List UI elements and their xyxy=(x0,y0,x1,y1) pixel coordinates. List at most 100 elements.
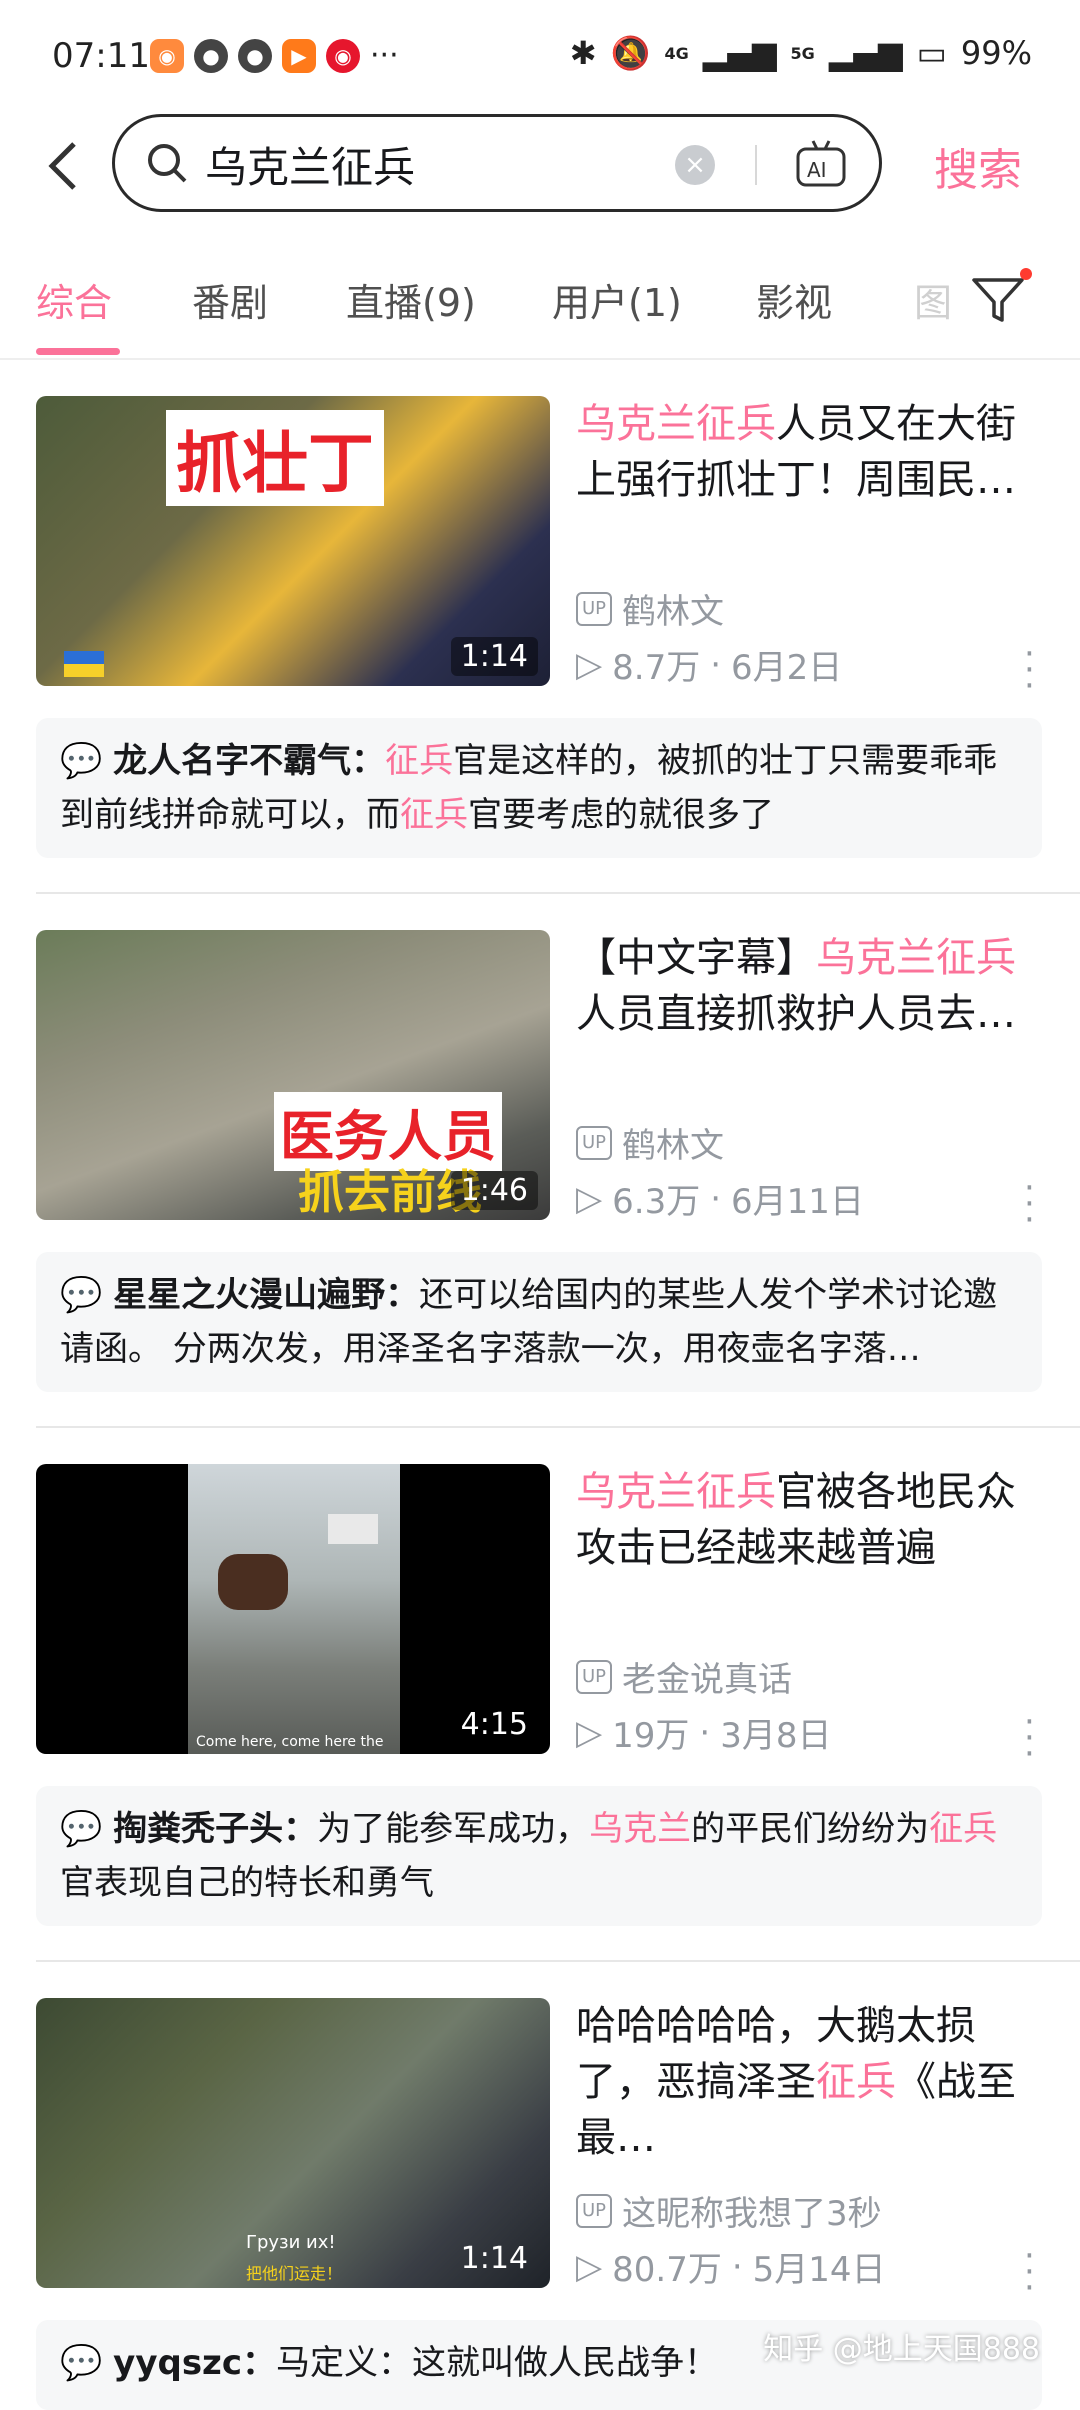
video-thumbnail[interactable]: 医务人员 抓去前线 1:46 xyxy=(36,930,550,1220)
comment-highlight: 征兵 xyxy=(400,795,468,835)
title-text: 人员直接抓救护人员去… xyxy=(576,991,1016,1037)
tab-image[interactable]: 图 xyxy=(914,272,952,327)
search-separator xyxy=(755,145,757,185)
tab-users[interactable]: 用户(1) xyxy=(552,272,682,327)
comment-user: 龙人名字不霸气： xyxy=(113,741,386,781)
horse-shape xyxy=(218,1554,288,1610)
more-options-icon[interactable]: · · · xyxy=(1024,1705,1035,1771)
up-icon: UP xyxy=(576,591,613,626)
tab-live[interactable]: 直播(9) xyxy=(346,272,476,327)
stats-row: ▷ 80.7万 · 5月14日 xyxy=(576,2242,886,2291)
video-title[interactable]: 【中文字幕】乌克兰征兵人员直接抓救护人员去… xyxy=(576,930,1046,1042)
system-icons: ✱ 🔕 4G ▂▄▆ 5G ▂▄▆ ▭ 99% xyxy=(570,34,1032,72)
comment-highlight: 征兵 xyxy=(385,741,454,781)
filter-icon[interactable] xyxy=(970,272,1026,328)
video-frame xyxy=(188,1464,400,1754)
play-icon: ▷ xyxy=(576,1178,603,1219)
video-title[interactable]: 乌克兰征兵官被各地民众攻击已经越来越普遍 xyxy=(576,1464,1046,1576)
comment-icon: 💬 xyxy=(60,1809,103,1849)
taobao-icon: ◉ xyxy=(150,38,184,73)
uploader-row[interactable]: UP 鹤林文 xyxy=(576,584,724,633)
view-count: 80.7万 xyxy=(612,2250,722,2290)
result-divider xyxy=(36,1426,1080,1428)
network-4g-label: 4G xyxy=(664,43,689,63)
uploader-row[interactable]: UP 鹤林文 xyxy=(576,1118,724,1167)
more-options-icon[interactable]: · · · xyxy=(1024,637,1035,703)
more-options-icon[interactable]: · · · xyxy=(1024,1171,1035,1237)
video-title[interactable]: 哈哈哈哈哈，大鹅太损了，恶搞泽圣征兵《战至最… xyxy=(576,1998,1046,2166)
bluetooth-icon: ✱ xyxy=(569,34,597,72)
tabs-divider xyxy=(0,358,1080,360)
video-duration: 1:14 xyxy=(460,2241,528,2276)
stats-row: ▷ 6.3万 · 6月11日 xyxy=(576,1174,864,1223)
video-subtitle: 把他们运走！ xyxy=(246,2264,343,2283)
view-count: 8.7万 xyxy=(612,648,701,688)
signal-icon: ▂▄▆ xyxy=(702,34,777,72)
comment-text: 马定义：这就叫做人民战争！ xyxy=(276,2343,719,2383)
comment-highlight: 乌克兰 xyxy=(589,1809,692,1849)
filter-badge-dot xyxy=(1020,268,1032,280)
video-subtitle: Come here, come here the xyxy=(196,1734,384,1750)
up-icon: UP xyxy=(576,1659,613,1694)
uploader-name: 鹤林文 xyxy=(622,1126,725,1166)
comment-text: 官要考虑的就很多了 xyxy=(468,795,774,835)
ai-icon[interactable]: AI xyxy=(795,139,847,189)
video-thumbnail[interactable]: Грузи их! 把他们运走！ 1:14 xyxy=(36,1998,550,2288)
back-arrow-icon[interactable] xyxy=(42,134,90,198)
uploader-row[interactable]: UP 老金说真话 xyxy=(576,1652,792,1701)
comment-text: 的平民们纷纷为 xyxy=(691,1809,930,1849)
view-count: 19万 xyxy=(612,1716,690,1756)
notification-icons: ◉ ● ● ▶ ◉ ··· xyxy=(150,38,399,73)
play-icon: ▷ xyxy=(576,2246,603,2287)
tab-anime[interactable]: 番剧 xyxy=(192,272,268,327)
status-time: 07:11 xyxy=(52,36,150,76)
comment-user: yyqszc： xyxy=(113,2343,277,2383)
comment-icon: 💬 xyxy=(60,741,103,781)
network-5g-label: 5G xyxy=(790,43,815,63)
clear-icon[interactable]: × xyxy=(675,145,715,185)
upload-date: 3月8日 xyxy=(720,1716,832,1756)
result-divider xyxy=(36,892,1080,894)
title-highlight: 乌克兰征兵 xyxy=(576,401,776,447)
result-divider xyxy=(36,1960,1080,1962)
search-button[interactable]: 搜索 xyxy=(934,134,1022,198)
upload-date: 6月11日 xyxy=(731,1182,864,1222)
status-bar: 07:11 ◉ ● ● ▶ ◉ ··· ✱ 🔕 4G ▂▄▆ 5G ▂▄▆ ▭ … xyxy=(0,0,1080,110)
uploader-row[interactable]: UP 这昵称我想了3秒 xyxy=(576,2186,882,2235)
top-comment[interactable]: 💬 掏粪秃子头：为了能参军成功，乌克兰的平民们纷纷为征兵官表现自己的特长和勇气 xyxy=(36,1786,1042,1926)
stats-row: ▷ 8.7万 · 6月2日 xyxy=(576,640,842,689)
video-thumbnail[interactable]: 抓壮丁 1:14 xyxy=(36,396,550,686)
battery-icon: ▭ xyxy=(916,34,947,72)
tab-all[interactable]: 综合 xyxy=(36,272,112,327)
comment-highlight: 征兵 xyxy=(929,1809,998,1849)
play-icon: ▷ xyxy=(576,1712,603,1753)
title-highlight: 征兵 xyxy=(816,2059,896,2105)
comment-user: 星星之火漫山遍野： xyxy=(113,1275,420,1315)
comment-text: 为了能参军成功， xyxy=(317,1809,590,1849)
video-title[interactable]: 乌克兰征兵人员又在大街上强行抓壮丁！周围民… xyxy=(576,396,1046,508)
up-icon: UP xyxy=(576,1125,613,1160)
active-tab-indicator xyxy=(36,348,120,355)
video-subtitle: Грузи их! xyxy=(246,2232,336,2253)
wechat-icon: ● xyxy=(238,38,272,73)
more-notifications-icon: ··· xyxy=(370,38,399,73)
video-thumbnail[interactable]: Come here, come here the 4:15 xyxy=(36,1464,550,1754)
tab-film[interactable]: 影视 xyxy=(756,272,832,327)
top-comment[interactable]: 💬 星星之火漫山遍野：还可以给国内的某些人发个学术讨论邀请函。 分两次发，用泽圣… xyxy=(36,1252,1042,1392)
search-bar: × AI 搜索 xyxy=(0,110,1080,222)
view-count: 6.3万 xyxy=(612,1182,701,1222)
search-box[interactable]: × AI xyxy=(112,114,882,212)
comment-user: 掏粪秃子头： xyxy=(113,1809,318,1849)
search-icon xyxy=(148,144,187,183)
up-icon: UP xyxy=(576,2193,613,2228)
top-comment[interactable]: 💬 龙人名字不霸气：征兵官是这样的，被抓的壮丁只需要乖乖到前线拼命就可以，而征兵… xyxy=(36,718,1042,858)
result-tabs: 综合 番剧 直播(9) 用户(1) 影视 图 xyxy=(0,250,1080,360)
play-icon: ▷ xyxy=(576,644,603,685)
title-highlight: 乌克兰征兵 xyxy=(816,935,1016,981)
title-highlight: 乌克兰征兵 xyxy=(576,1469,776,1515)
comment-icon: 💬 xyxy=(60,2343,103,2383)
upload-date: 5月14日 xyxy=(752,2250,886,2290)
player-icon: ▶ xyxy=(282,38,316,73)
more-options-icon[interactable]: · · · xyxy=(1024,2239,1035,2305)
video-duration: 1:46 xyxy=(450,1171,538,1210)
